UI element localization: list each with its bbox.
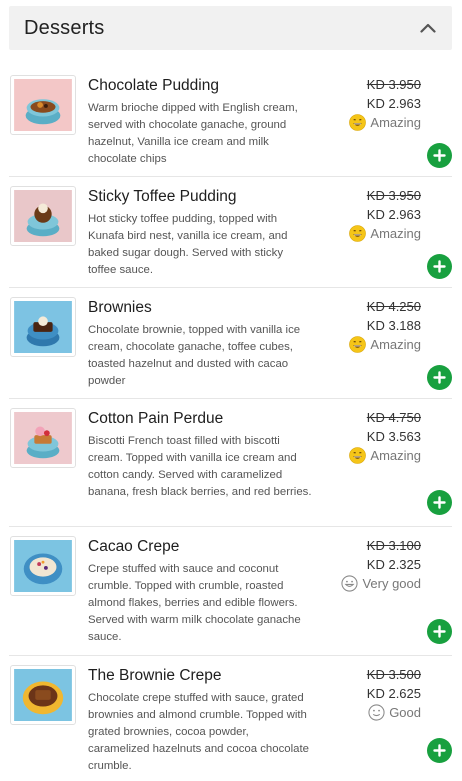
rating: Amazing [349,447,421,464]
chevron-up-icon[interactable] [420,20,436,36]
grin-emoji-icon [349,114,367,131]
item-name: Sticky Toffee Pudding [88,188,237,205]
rating: Very good [341,575,421,592]
dish-image [10,536,76,596]
old-price: KD 3.950 [366,188,421,203]
smile-outline-icon [341,575,359,592]
dish-image [10,408,76,468]
plus-icon [433,371,446,384]
add-to-cart-button[interactable] [427,738,452,763]
item-name: Chocolate Pudding [88,77,219,94]
dish-image [10,297,76,357]
rating: Amazing [349,225,421,242]
grin-emoji-icon [349,447,367,464]
item-description: Biscotti French toast filled with biscot… [88,435,312,498]
add-to-cart-button[interactable] [427,619,452,644]
price: KD 3.188 [366,318,421,333]
price: KD 2.625 [366,686,421,701]
menu-item[interactable]: Cacao Crepe Crepe stuffed with sauce and… [9,528,452,656]
section-header-desserts[interactable]: Desserts [9,6,452,50]
price: KD 2.963 [366,207,421,222]
dish-image [10,665,76,725]
item-name: The Brownie Crepe [88,667,222,684]
rating-label: Amazing [370,226,421,241]
add-to-cart-button[interactable] [427,254,452,279]
rating-label: Amazing [370,448,421,463]
plus-icon [433,625,446,638]
menu-item[interactable]: Sticky Toffee Pudding Hot sticky toffee … [9,178,452,288]
plus-icon [433,496,446,509]
item-name: Cacao Crepe [88,538,180,555]
item-name: Brownies [88,299,152,316]
item-description: Chocolate crepe stuffed with sauce, grat… [88,692,309,772]
rating-label: Amazing [370,337,421,352]
rating: Amazing [349,336,421,353]
item-description: Warm brioche dipped with English cream, … [88,102,298,165]
menu-item[interactable]: Brownies Chocolate brownie, topped with … [9,289,452,399]
price: KD 3.563 [366,429,421,444]
old-price: KD 4.750 [366,410,421,425]
add-to-cart-button[interactable] [427,143,452,168]
slight-smile-outline-icon [368,704,385,721]
old-price: KD 3.500 [366,667,421,682]
dish-image [10,186,76,246]
rating: Amazing [349,114,421,131]
grin-emoji-icon [349,225,367,242]
rating: Good [368,704,421,721]
price: KD 2.325 [366,557,421,572]
section-title: Desserts [24,16,105,39]
rating-label: Amazing [370,115,421,130]
grin-emoji-icon [349,336,367,353]
item-name: Cotton Pain Perdue [88,410,224,427]
add-to-cart-button[interactable] [427,490,452,515]
rating-label: Very good [362,576,421,591]
item-description: Hot sticky toffee pudding, topped with K… [88,213,288,276]
plus-icon [433,260,446,273]
old-price: KD 3.950 [366,77,421,92]
rating-label: Good [389,705,421,720]
old-price: KD 3.100 [366,538,421,553]
old-price: KD 4.250 [366,299,421,314]
menu-item[interactable]: Chocolate Pudding Warm brioche dipped wi… [9,67,452,177]
plus-icon [433,149,446,162]
item-description: Chocolate brownie, topped with vanilla i… [88,324,301,387]
price: KD 2.963 [366,96,421,111]
menu-item[interactable]: The Brownie Crepe Chocolate crepe stuffe… [9,657,452,779]
plus-icon [433,744,446,757]
add-to-cart-button[interactable] [427,365,452,390]
menu-item[interactable]: Cotton Pain Perdue Biscotti French toast… [9,400,452,527]
dish-image [10,75,76,135]
item-description: Crepe stuffed with sauce and coconut cru… [88,563,301,643]
